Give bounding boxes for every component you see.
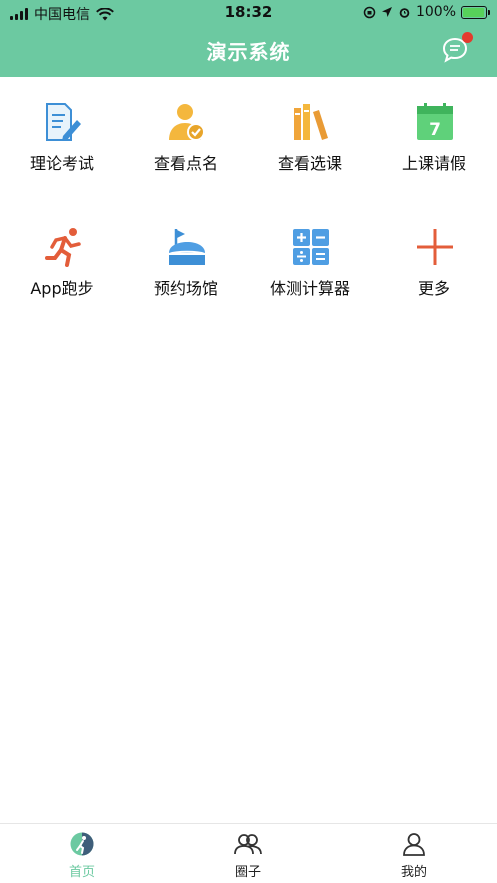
grid-item-label: 查看选课 bbox=[277, 154, 342, 173]
grid-item-book-venue[interactable]: 预约场馆 bbox=[124, 227, 248, 337]
user-check-icon bbox=[167, 102, 207, 142]
calendar-day-text: 7 bbox=[429, 120, 441, 140]
tab-label: 首页 bbox=[68, 865, 95, 880]
status-bar: 中国电信 18:32 100% bbox=[0, 0, 497, 26]
grid-item-label: App跑步 bbox=[30, 279, 94, 298]
grid-item-theory-exam[interactable]: 理论考试 bbox=[0, 102, 124, 212]
tab-label: 圈子 bbox=[234, 865, 261, 880]
grid-item-label: 预约场馆 bbox=[153, 279, 218, 298]
location-icon bbox=[381, 7, 392, 17]
grid-item-label: 上课请假 bbox=[401, 154, 466, 173]
grid-item-label: 体测计算器 bbox=[269, 279, 350, 298]
grid-item-view-courses[interactable]: 查看选课 bbox=[248, 102, 372, 212]
grid-item-view-rollcall[interactable]: 查看点名 bbox=[124, 102, 248, 212]
exam-document-icon bbox=[43, 102, 83, 142]
grid-item-app-running[interactable]: App跑步 bbox=[0, 227, 124, 337]
message-button[interactable] bbox=[441, 32, 473, 66]
grid-item-label: 更多 bbox=[417, 279, 450, 298]
grid-item-class-leave[interactable]: 7 上课请假 bbox=[372, 102, 496, 212]
runner-icon bbox=[43, 227, 83, 267]
tab-mine[interactable]: 我的 bbox=[369, 832, 459, 883]
books-icon bbox=[291, 102, 331, 142]
calendar-icon: 7 bbox=[415, 102, 455, 142]
page-title: 演示系统 bbox=[206, 40, 291, 64]
tab-bar: 首页 圈子 我的 bbox=[0, 823, 497, 883]
person-icon bbox=[402, 832, 426, 856]
grid-item-label: 查看点名 bbox=[153, 154, 218, 173]
alarm-icon bbox=[399, 7, 410, 18]
grid-item-label: 理论考试 bbox=[29, 154, 94, 173]
home-runner-icon bbox=[70, 832, 94, 856]
battery-fill bbox=[463, 7, 484, 17]
grid-item-fitness-calculator[interactable]: 体测计算器 bbox=[248, 227, 372, 337]
calculator-icon bbox=[291, 227, 331, 267]
battery-icon bbox=[461, 5, 490, 19]
tab-home[interactable]: 首页 bbox=[37, 832, 127, 883]
plus-icon bbox=[415, 227, 455, 267]
orientation-lock-icon bbox=[363, 6, 376, 18]
battery-percent: 100% bbox=[415, 4, 456, 20]
grid-item-more[interactable]: 更多 bbox=[372, 227, 496, 337]
header: 中国电信 18:32 100% 演示系统 bbox=[0, 0, 497, 77]
tab-circle[interactable]: 圈子 bbox=[203, 832, 293, 883]
group-icon bbox=[234, 832, 262, 856]
notification-badge bbox=[462, 32, 473, 43]
tab-label: 我的 bbox=[400, 865, 427, 880]
stadium-flag-icon bbox=[167, 227, 207, 267]
